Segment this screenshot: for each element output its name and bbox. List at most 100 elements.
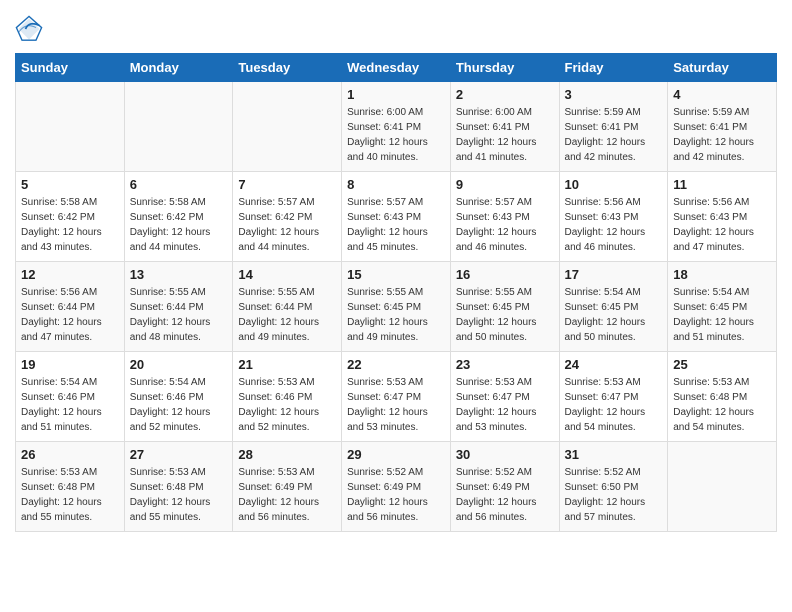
day-number: 6 bbox=[130, 177, 228, 192]
calendar-cell: 25 Sunrise: 5:53 AMSunset: 6:48 PMDayligh… bbox=[668, 352, 777, 442]
weekday-header-friday: Friday bbox=[559, 54, 668, 82]
day-info: Sunrise: 5:53 AMSunset: 6:48 PMDaylight:… bbox=[130, 465, 228, 525]
calendar-cell: 5 Sunrise: 5:58 AMSunset: 6:42 PMDaylight… bbox=[16, 172, 125, 262]
day-info: Sunrise: 5:53 AMSunset: 6:47 PMDaylight:… bbox=[456, 375, 554, 435]
calendar-cell: 31 Sunrise: 5:52 AMSunset: 6:50 PMDayligh… bbox=[559, 442, 668, 532]
day-number: 14 bbox=[238, 267, 336, 282]
day-number: 13 bbox=[130, 267, 228, 282]
day-number: 1 bbox=[347, 87, 445, 102]
day-info: Sunrise: 6:00 AMSunset: 6:41 PMDaylight:… bbox=[456, 105, 554, 165]
calendar-cell: 9Sunrise: 5:57 AMSunset: 6:43 PMDaylight… bbox=[450, 172, 559, 262]
day-number: 30 bbox=[456, 447, 554, 462]
day-number: 31 bbox=[565, 447, 663, 462]
day-number: 25 bbox=[673, 357, 771, 372]
day-number: 20 bbox=[130, 357, 228, 372]
day-number: 17 bbox=[565, 267, 663, 282]
weekday-header-sunday: Sunday bbox=[16, 54, 125, 82]
calendar-cell: 10Sunrise: 5:56 AMSunset: 6:43 PMDayligh… bbox=[559, 172, 668, 262]
day-info: Sunrise: 5:57 AMSunset: 6:43 PMDaylight:… bbox=[456, 195, 554, 255]
logo bbox=[15, 15, 47, 43]
calendar-cell bbox=[124, 82, 233, 172]
calendar-cell: 2 Sunrise: 6:00 AMSunset: 6:41 PMDaylight… bbox=[450, 82, 559, 172]
day-info: Sunrise: 5:57 AMSunset: 6:42 PMDaylight:… bbox=[238, 195, 336, 255]
day-info: Sunrise: 5:53 AMSunset: 6:46 PMDaylight:… bbox=[238, 375, 336, 435]
calendar-cell: 22 Sunrise: 5:53 AMSunset: 6:47 PMDayligh… bbox=[342, 352, 451, 442]
day-number: 7 bbox=[238, 177, 336, 192]
calendar-cell: 6Sunrise: 5:58 AMSunset: 6:42 PMDaylight… bbox=[124, 172, 233, 262]
calendar-cell: 27Sunrise: 5:53 AMSunset: 6:48 PMDayligh… bbox=[124, 442, 233, 532]
day-number: 26 bbox=[21, 447, 119, 462]
day-info: Sunrise: 5:54 AMSunset: 6:45 PMDaylight:… bbox=[565, 285, 663, 345]
weekday-header-tuesday: Tuesday bbox=[233, 54, 342, 82]
day-info: Sunrise: 6:00 AMSunset: 6:41 PMDaylight:… bbox=[347, 105, 445, 165]
day-info: Sunrise: 5:59 AMSunset: 6:41 PMDaylight:… bbox=[565, 105, 663, 165]
day-number: 16 bbox=[456, 267, 554, 282]
calendar-cell: 20Sunrise: 5:54 AMSunset: 6:46 PMDayligh… bbox=[124, 352, 233, 442]
day-number: 5 bbox=[21, 177, 119, 192]
calendar-cell: 12 Sunrise: 5:56 AMSunset: 6:44 PMDayligh… bbox=[16, 262, 125, 352]
day-number: 8 bbox=[347, 177, 445, 192]
day-info: Sunrise: 5:57 AMSunset: 6:43 PMDaylight:… bbox=[347, 195, 445, 255]
day-info: Sunrise: 5:53 AMSunset: 6:47 PMDaylight:… bbox=[565, 375, 663, 435]
calendar-cell: 21 Sunrise: 5:53 AMSunset: 6:46 PMDayligh… bbox=[233, 352, 342, 442]
weekday-header-thursday: Thursday bbox=[450, 54, 559, 82]
calendar-cell: 26 Sunrise: 5:53 AMSunset: 6:48 PMDayligh… bbox=[16, 442, 125, 532]
day-number: 12 bbox=[21, 267, 119, 282]
day-number: 23 bbox=[456, 357, 554, 372]
calendar-cell: 29Sunrise: 5:52 AMSunset: 6:49 PMDayligh… bbox=[342, 442, 451, 532]
day-info: Sunrise: 5:55 AMSunset: 6:45 PMDaylight:… bbox=[456, 285, 554, 345]
day-info: Sunrise: 5:53 AMSunset: 6:48 PMDaylight:… bbox=[673, 375, 771, 435]
week-row-3: 12 Sunrise: 5:56 AMSunset: 6:44 PMDayligh… bbox=[16, 262, 777, 352]
calendar-cell: 14 Sunrise: 5:55 AMSunset: 6:44 PMDayligh… bbox=[233, 262, 342, 352]
day-number: 2 bbox=[456, 87, 554, 102]
day-info: Sunrise: 5:54 AMSunset: 6:46 PMDaylight:… bbox=[21, 375, 119, 435]
day-info: Sunrise: 5:52 AMSunset: 6:50 PMDaylight:… bbox=[565, 465, 663, 525]
day-info: Sunrise: 5:52 AMSunset: 6:49 PMDaylight:… bbox=[456, 465, 554, 525]
day-number: 4 bbox=[673, 87, 771, 102]
day-number: 28 bbox=[238, 447, 336, 462]
calendar-cell: 19 Sunrise: 5:54 AMSunset: 6:46 PMDayligh… bbox=[16, 352, 125, 442]
day-info: Sunrise: 5:59 AMSunset: 6:41 PMDaylight:… bbox=[673, 105, 771, 165]
calendar-cell: 16 Sunrise: 5:55 AMSunset: 6:45 PMDayligh… bbox=[450, 262, 559, 352]
day-number: 10 bbox=[565, 177, 663, 192]
week-row-5: 26 Sunrise: 5:53 AMSunset: 6:48 PMDayligh… bbox=[16, 442, 777, 532]
day-number: 3 bbox=[565, 87, 663, 102]
day-number: 24 bbox=[565, 357, 663, 372]
calendar-cell: 24 Sunrise: 5:53 AMSunset: 6:47 PMDayligh… bbox=[559, 352, 668, 442]
weekday-header-saturday: Saturday bbox=[668, 54, 777, 82]
calendar-cell: 13 Sunrise: 5:55 AMSunset: 6:44 PMDayligh… bbox=[124, 262, 233, 352]
calendar-cell: 30 Sunrise: 5:52 AMSunset: 6:49 PMDayligh… bbox=[450, 442, 559, 532]
calendar-cell: 3 Sunrise: 5:59 AMSunset: 6:41 PMDaylight… bbox=[559, 82, 668, 172]
day-number: 19 bbox=[21, 357, 119, 372]
day-number: 11 bbox=[673, 177, 771, 192]
week-row-4: 19 Sunrise: 5:54 AMSunset: 6:46 PMDayligh… bbox=[16, 352, 777, 442]
day-info: Sunrise: 5:55 AMSunset: 6:44 PMDaylight:… bbox=[130, 285, 228, 345]
day-number: 15 bbox=[347, 267, 445, 282]
calendar-cell: 15Sunrise: 5:55 AMSunset: 6:45 PMDayligh… bbox=[342, 262, 451, 352]
day-info: Sunrise: 5:58 AMSunset: 6:42 PMDaylight:… bbox=[21, 195, 119, 255]
day-info: Sunrise: 5:53 AMSunset: 6:47 PMDaylight:… bbox=[347, 375, 445, 435]
calendar-cell: 11 Sunrise: 5:56 AMSunset: 6:43 PMDayligh… bbox=[668, 172, 777, 262]
day-info: Sunrise: 5:53 AMSunset: 6:49 PMDaylight:… bbox=[238, 465, 336, 525]
weekday-header-row: SundayMondayTuesdayWednesdayThursdayFrid… bbox=[16, 54, 777, 82]
day-number: 22 bbox=[347, 357, 445, 372]
day-info: Sunrise: 5:53 AMSunset: 6:48 PMDaylight:… bbox=[21, 465, 119, 525]
weekday-header-wednesday: Wednesday bbox=[342, 54, 451, 82]
week-row-2: 5 Sunrise: 5:58 AMSunset: 6:42 PMDaylight… bbox=[16, 172, 777, 262]
day-info: Sunrise: 5:55 AMSunset: 6:44 PMDaylight:… bbox=[238, 285, 336, 345]
calendar-cell: 7 Sunrise: 5:57 AMSunset: 6:42 PMDaylight… bbox=[233, 172, 342, 262]
day-info: Sunrise: 5:52 AMSunset: 6:49 PMDaylight:… bbox=[347, 465, 445, 525]
day-info: Sunrise: 5:56 AMSunset: 6:44 PMDaylight:… bbox=[21, 285, 119, 345]
calendar-cell: 17 Sunrise: 5:54 AMSunset: 6:45 PMDayligh… bbox=[559, 262, 668, 352]
calendar-cell: 23 Sunrise: 5:53 AMSunset: 6:47 PMDayligh… bbox=[450, 352, 559, 442]
day-number: 18 bbox=[673, 267, 771, 282]
week-row-1: 1 Sunrise: 6:00 AMSunset: 6:41 PMDaylight… bbox=[16, 82, 777, 172]
day-number: 21 bbox=[238, 357, 336, 372]
page-header bbox=[15, 15, 777, 43]
day-info: Sunrise: 5:56 AMSunset: 6:43 PMDaylight:… bbox=[673, 195, 771, 255]
weekday-header-monday: Monday bbox=[124, 54, 233, 82]
calendar-cell bbox=[233, 82, 342, 172]
calendar-cell: 28 Sunrise: 5:53 AMSunset: 6:49 PMDayligh… bbox=[233, 442, 342, 532]
calendar-cell bbox=[668, 442, 777, 532]
calendar-cell: 8 Sunrise: 5:57 AMSunset: 6:43 PMDaylight… bbox=[342, 172, 451, 262]
